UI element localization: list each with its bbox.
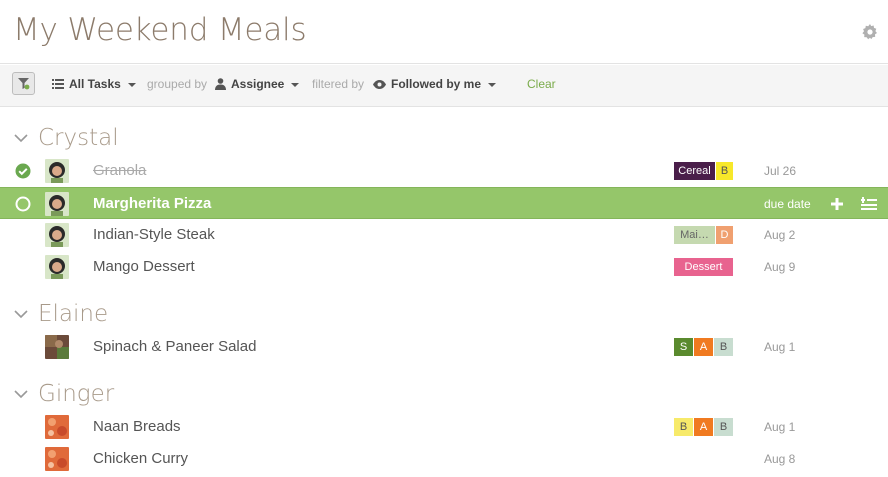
due-date[interactable]: Aug 2: [764, 228, 795, 242]
task-row[interactable]: Mango Dessert Dessert Aug 9: [0, 251, 888, 283]
task-name[interactable]: Margherita Pizza: [93, 195, 211, 212]
avatar: [45, 447, 69, 471]
filtered-by-label: filtered by: [312, 77, 365, 91]
group-header-ginger[interactable]: Ginger: [14, 381, 114, 407]
chevron-down-icon: [127, 83, 136, 87]
group-name: Crystal: [38, 125, 119, 151]
task-name[interactable]: Naan Breads: [93, 418, 181, 435]
chevron-down-icon: [14, 390, 28, 399]
group-by-selector[interactable]: Assignee: [215, 77, 300, 91]
due-date[interactable]: Jul 26: [764, 164, 796, 178]
view-toolbar: All Tasks grouped by Assignee filtered b…: [0, 65, 888, 107]
grouped-by-label: grouped by: [147, 77, 208, 91]
task-tags: Mai… D: [674, 226, 733, 244]
avatar: [45, 255, 69, 279]
add-subtask-icon[interactable]: [861, 196, 877, 212]
task-row[interactable]: Granola Cereal B Jul 26: [0, 155, 888, 187]
view-selector[interactable]: All Tasks: [52, 77, 136, 91]
avatar: [45, 223, 69, 247]
gear-icon[interactable]: [862, 24, 878, 40]
task-name[interactable]: Indian-Style Steak: [93, 226, 215, 243]
group-header-crystal[interactable]: Crystal: [14, 125, 119, 151]
list-icon: [52, 79, 64, 89]
tag-badge[interactable]: B: [714, 338, 733, 356]
task-row[interactable]: Spinach & Paneer Salad S A B Aug 1: [0, 331, 888, 363]
tag-badge[interactable]: B: [714, 418, 733, 436]
chevron-down-icon: [488, 83, 497, 87]
tag-badge[interactable]: Dessert: [674, 258, 733, 276]
page-header: My Weekend Meals: [0, 0, 888, 64]
task-tags: Cereal B: [674, 162, 733, 180]
due-date[interactable]: Aug 8: [764, 452, 795, 466]
view-label: All Tasks: [69, 77, 121, 91]
avatar: [45, 159, 69, 183]
user-icon: [215, 78, 226, 90]
filter-value: Followed by me: [391, 77, 482, 91]
task-row[interactable]: Chicken Curry Aug 8: [0, 443, 888, 475]
tag-badge[interactable]: Mai…: [674, 226, 715, 244]
task-name[interactable]: Mango Dessert: [93, 258, 195, 275]
tag-badge[interactable]: A: [694, 338, 713, 356]
task-row[interactable]: Naan Breads B A B Aug 1: [0, 411, 888, 443]
circle-icon[interactable]: [15, 196, 31, 212]
tag-badge[interactable]: B: [674, 418, 693, 436]
plus-icon[interactable]: [829, 196, 845, 212]
task-name[interactable]: Granola: [93, 162, 146, 179]
task-name[interactable]: Chicken Curry: [93, 450, 188, 467]
group-header-elaine[interactable]: Elaine: [14, 301, 108, 327]
task-tags: B A B: [674, 418, 733, 436]
page-title: My Weekend Meals: [13, 12, 307, 48]
due-date-placeholder[interactable]: due date: [764, 197, 811, 211]
tag-badge[interactable]: Cereal: [674, 162, 715, 180]
filter-icon: [18, 78, 30, 90]
tag-badge[interactable]: B: [716, 162, 733, 180]
eye-icon: [373, 79, 386, 89]
due-date[interactable]: Aug 1: [764, 340, 795, 354]
due-date[interactable]: Aug 1: [764, 420, 795, 434]
group-name: Elaine: [38, 301, 109, 327]
task-tags: Dessert: [674, 258, 733, 276]
task-row[interactable]: Indian-Style Steak Mai… D Aug 2: [0, 219, 888, 251]
task-tags: S A B: [674, 338, 733, 356]
clear-filter-link[interactable]: Clear: [527, 77, 556, 91]
tag-badge[interactable]: A: [694, 418, 713, 436]
avatar: [45, 415, 69, 439]
avatar: [45, 335, 69, 359]
group-name: Ginger: [38, 381, 115, 407]
avatar: [45, 192, 69, 216]
task-name[interactable]: Spinach & Paneer Salad: [93, 338, 256, 355]
chevron-down-icon: [291, 83, 300, 87]
task-row-selected[interactable]: Margherita Pizza due date: [0, 187, 888, 219]
tag-badge[interactable]: S: [674, 338, 693, 356]
due-date[interactable]: Aug 9: [764, 260, 795, 274]
filter-selector[interactable]: Followed by me: [373, 77, 497, 91]
chevron-down-icon: [14, 134, 28, 143]
tag-badge[interactable]: D: [716, 226, 733, 244]
chevron-down-icon: [14, 310, 28, 319]
filter-toggle-button[interactable]: [12, 72, 35, 95]
checked-circle-icon[interactable]: [15, 163, 31, 179]
group-by-value: Assignee: [231, 77, 285, 91]
